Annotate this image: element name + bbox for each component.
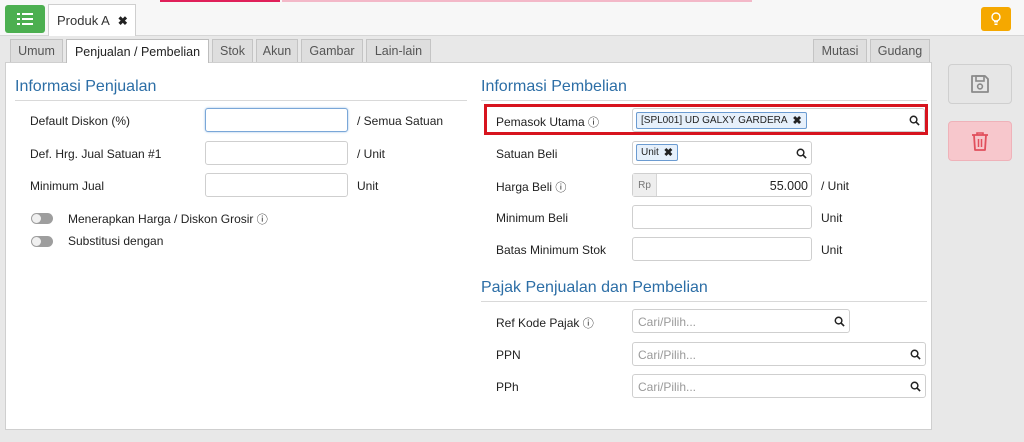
main-supplier-label-text: Pemasok Utama	[496, 115, 585, 129]
remove-tag-icon[interactable]: ✖	[664, 146, 673, 159]
purchase-divider	[481, 100, 927, 101]
substitution-toggle-label: Substitusi dengan	[68, 234, 164, 248]
purchase-section-title: Informasi Pembelian	[481, 78, 627, 95]
menu-button[interactable]	[5, 5, 45, 33]
tax-code-placeholder: Cari/Pilih...	[638, 315, 697, 329]
document-tab[interactable]: Produk A ✖	[48, 4, 136, 36]
min-stock-suffix: Unit	[821, 243, 843, 257]
minimum-purchase-input[interactable]	[632, 205, 812, 229]
tab-gambar[interactable]: Gambar	[301, 39, 363, 62]
search-icon[interactable]	[796, 148, 807, 159]
tab-gudang[interactable]: Gudang	[870, 39, 930, 62]
main-supplier-tag-text: [SPL001] UD GALXY GARDERA	[641, 115, 788, 126]
default-price-label: Def. Hrg. Jual Satuan #1	[30, 147, 162, 161]
close-icon[interactable]: ✖	[118, 14, 128, 28]
info-icon[interactable]: ⓘ	[555, 182, 566, 194]
remove-tag-icon[interactable]: ✖	[793, 114, 802, 127]
wholesale-toggle-label: Menerapkan Harga / Diskon Grosir ⓘ	[68, 211, 268, 227]
pph-placeholder: Cari/Pilih...	[638, 380, 697, 394]
tab-akun[interactable]: Akun	[256, 39, 298, 62]
default-discount-suffix: / Semua Satuan	[357, 114, 444, 128]
ppn-placeholder: Cari/Pilih...	[638, 348, 697, 362]
tax-code-label-text: Ref Kode Pajak	[496, 316, 580, 330]
tax-code-label: Ref Kode Pajak ⓘ	[496, 315, 594, 331]
wholesale-toggle-text: Menerapkan Harga / Diskon Grosir	[68, 212, 254, 226]
top-bar: Produk A ✖	[0, 0, 1024, 36]
tax-section-title: Pajak Penjualan dan Pembelian	[481, 279, 708, 296]
minimum-sale-suffix: Unit	[357, 179, 379, 193]
tab-mutasi[interactable]: Mutasi	[813, 39, 867, 62]
search-icon[interactable]	[910, 381, 921, 392]
purchase-unit-tag: Unit ✖	[636, 144, 679, 161]
main-panel: Informasi Penjualan Default Diskon (%) /…	[5, 62, 932, 430]
lightbulb-icon	[991, 12, 1001, 25]
save-icon	[971, 75, 989, 93]
minimum-sale-label: Minimum Jual	[30, 179, 105, 193]
purchase-unit-tag-text: Unit	[641, 147, 659, 158]
main-supplier-tag: [SPL001] UD GALXY GARDERA ✖	[636, 112, 807, 129]
search-icon[interactable]	[910, 349, 921, 360]
minimum-purchase-suffix: Unit	[821, 211, 843, 225]
sales-divider	[15, 100, 467, 101]
minimum-sale-input[interactable]	[205, 173, 348, 197]
sales-section-title: Informasi Penjualan	[15, 78, 157, 95]
tab-penjualan-pembelian[interactable]: Penjualan / Pembelian	[66, 39, 209, 63]
default-discount-input[interactable]	[205, 108, 348, 132]
save-button[interactable]	[948, 64, 1012, 104]
list-menu-icon	[17, 13, 33, 25]
main-supplier-label: Pemasok Utama ⓘ	[496, 114, 599, 130]
tab-stok[interactable]: Stok	[212, 39, 253, 62]
min-stock-input[interactable]	[632, 237, 812, 261]
delete-button[interactable]	[948, 121, 1012, 161]
purchase-price-label-text: Harga Beli	[496, 180, 553, 194]
min-stock-label: Batas Minimum Stok	[496, 243, 607, 257]
purchase-price-value: 55.000	[769, 179, 808, 193]
default-price-suffix: / Unit	[357, 147, 386, 161]
substitution-toggle[interactable]	[31, 236, 53, 247]
minimum-purchase-label: Minimum Beli	[496, 211, 569, 225]
hint-button[interactable]	[981, 7, 1011, 31]
top-accent-line	[160, 0, 280, 2]
pph-label: PPh	[496, 380, 519, 394]
search-icon[interactable]	[834, 316, 845, 327]
purchase-price-suffix: / Unit	[821, 179, 850, 193]
tab-umum[interactable]: Umum	[10, 39, 63, 62]
info-icon[interactable]: ⓘ	[588, 117, 599, 129]
tab-lain-lain[interactable]: Lain-lain	[366, 39, 431, 62]
document-tab-title: Produk A	[57, 13, 110, 28]
purchase-price-label: Harga Beli ⓘ	[496, 179, 566, 195]
info-icon[interactable]: ⓘ	[257, 214, 268, 226]
default-discount-label: Default Diskon (%)	[30, 114, 131, 128]
ppn-label: PPN	[496, 348, 521, 362]
tax-divider	[481, 301, 927, 302]
trash-icon	[972, 132, 988, 151]
top-accent-line-light	[282, 0, 752, 2]
currency-prefix: Rp	[633, 174, 657, 196]
search-icon[interactable]	[909, 115, 920, 126]
purchase-unit-label: Satuan Beli	[496, 147, 558, 161]
info-icon[interactable]: ⓘ	[583, 318, 594, 330]
wholesale-toggle[interactable]	[31, 213, 53, 224]
default-price-input[interactable]	[205, 141, 348, 165]
